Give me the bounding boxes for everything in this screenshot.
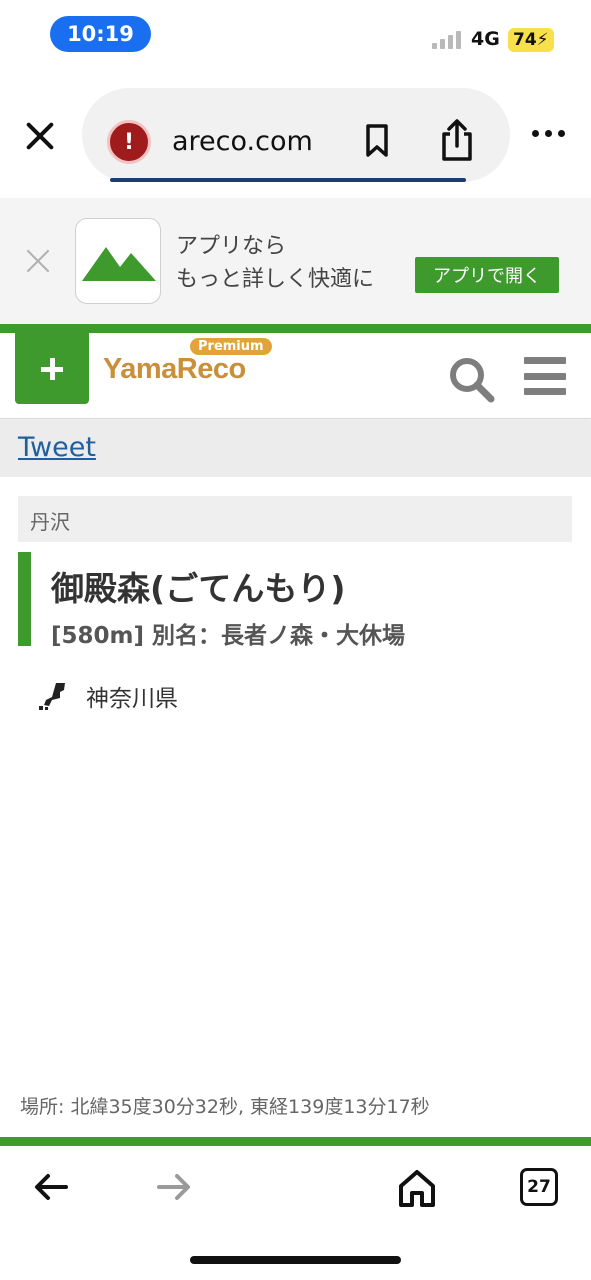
app-banner: アプリなら もっと詳しく快適に アプリで開く — [0, 198, 591, 324]
browser-bar: ! areco.com — [0, 80, 591, 192]
tweet-row: Tweet — [0, 420, 591, 477]
alert-icon[interactable]: ! — [107, 120, 151, 164]
bookmark-icon[interactable] — [365, 124, 389, 158]
mountain-name: 御殿森(ごてんもり) — [51, 569, 346, 608]
share-icon[interactable] — [440, 118, 474, 162]
forward-arrow-icon[interactable] — [155, 1170, 193, 1204]
charging-icon: ⚡ — [536, 30, 549, 50]
address-bar[interactable]: ! areco.com — [82, 88, 510, 182]
signal-icon — [432, 29, 461, 49]
banner-text-line2: もっと詳しく快適に — [176, 267, 375, 292]
header-green-rule — [0, 324, 591, 333]
prefecture-name[interactable]: 神奈川県 — [86, 679, 178, 713]
url-text[interactable]: areco.com — [172, 126, 313, 157]
open-app-button[interactable]: アプリで開く — [415, 257, 559, 293]
tweet-link[interactable]: Tweet — [18, 432, 96, 463]
home-indicator — [190, 1256, 401, 1264]
home-icon[interactable] — [397, 1168, 437, 1208]
tabs-button[interactable]: 27 — [520, 1168, 558, 1206]
banner-close-icon[interactable] — [24, 246, 52, 274]
more-options-button[interactable] — [532, 130, 565, 137]
close-button[interactable] — [22, 118, 58, 154]
footer-green-rule — [0, 1137, 591, 1146]
battery-indicator: 74 ⚡ — [508, 28, 554, 52]
back-arrow-icon[interactable] — [32, 1170, 70, 1204]
prefecture-row: 神奈川県 — [36, 680, 178, 712]
site-header: YamaReco Premium — [0, 333, 591, 419]
mountain-title-block: 御殿森(ごてんもり) [580m] 別名：長者ノ森・大休場 — [18, 552, 572, 649]
add-button[interactable] — [15, 333, 89, 404]
area-label[interactable]: 丹沢 — [18, 496, 572, 542]
mountain-subtitle: [580m] 別名：長者ノ森・大休場 — [51, 623, 406, 649]
premium-badge: Premium — [190, 338, 272, 355]
prefecture-map-icon — [39, 683, 65, 710]
menu-icon[interactable] — [524, 357, 566, 395]
time: 10:19 — [50, 16, 151, 52]
site-logo[interactable]: YamaReco — [103, 353, 246, 386]
location-coordinates: 場所: 北緯35度30分32秒, 東経139度13分17秒 — [20, 1096, 430, 1118]
load-progress-bar — [110, 178, 466, 182]
battery-level: 74 — [513, 30, 537, 50]
network-label: 4G — [471, 28, 500, 50]
browser-toolbar: 27 — [0, 1146, 591, 1280]
mountain-logo-icon — [82, 247, 156, 281]
search-icon[interactable] — [447, 355, 495, 403]
banner-text-line1: アプリなら — [176, 234, 287, 259]
app-icon — [75, 218, 161, 304]
status-bar: 10:19 4G 74 ⚡ — [0, 0, 591, 70]
